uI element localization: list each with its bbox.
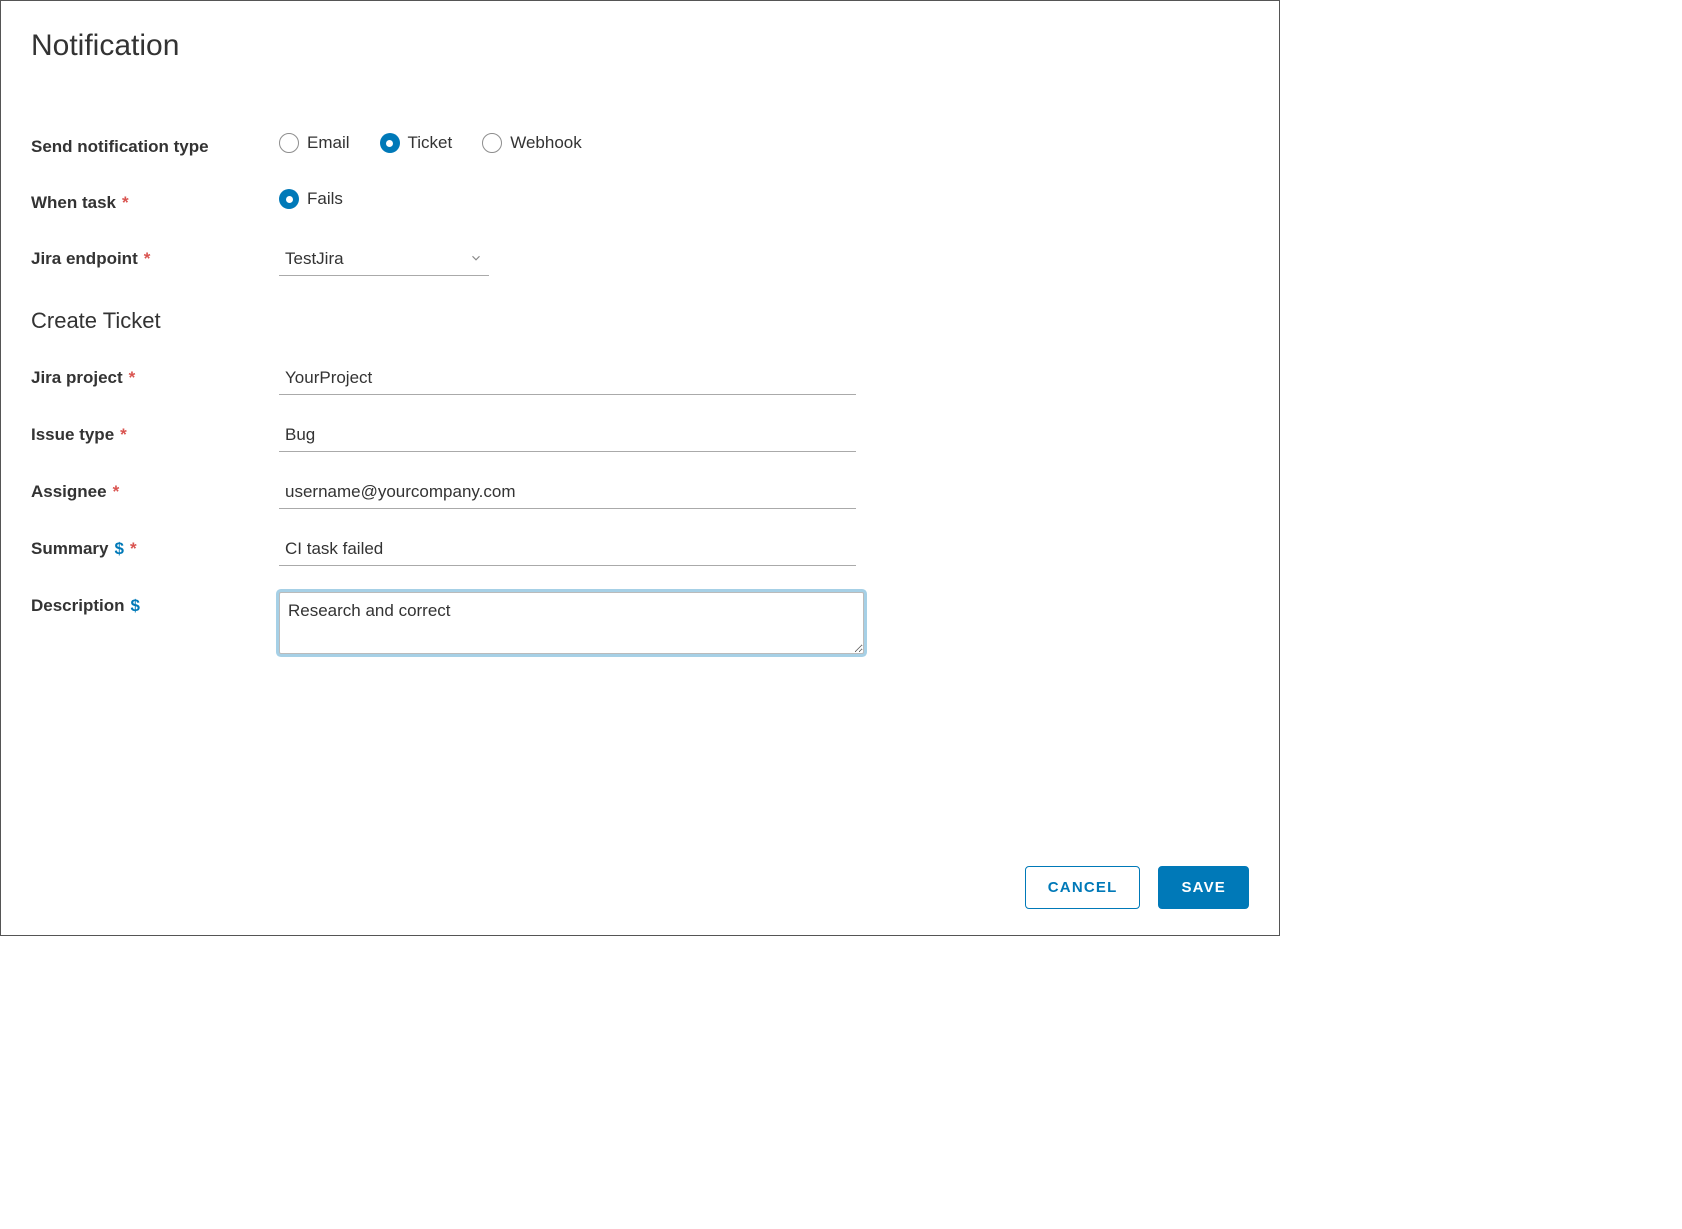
row-jira-project: Jira project *: [31, 364, 1249, 395]
row-summary: Summary $ *: [31, 535, 1249, 566]
description-textarea[interactable]: [279, 592, 864, 654]
notification-panel: Notification Send notification type Emai…: [0, 0, 1280, 936]
issue-type-input[interactable]: [279, 421, 856, 452]
label-assignee: Assignee *: [31, 478, 279, 502]
chevron-down-icon: [469, 250, 483, 270]
required-marker: *: [120, 193, 129, 213]
summary-input[interactable]: [279, 535, 856, 566]
radio-circle-selected-icon: [380, 133, 400, 153]
label-jira-endpoint: Jira endpoint *: [31, 245, 279, 269]
radio-circle-selected-icon: [279, 189, 299, 209]
section-create-ticket: Create Ticket: [31, 308, 1249, 334]
row-issue-type: Issue type *: [31, 421, 1249, 452]
required-marker: *: [111, 482, 120, 502]
radio-ticket-label: Ticket: [408, 133, 453, 153]
label-when-task: When task *: [31, 189, 279, 213]
radio-ticket[interactable]: Ticket: [380, 133, 453, 153]
when-task-radio-group: Fails: [279, 189, 1249, 209]
page-title: Notification: [31, 29, 1249, 63]
label-summary: Summary $ *: [31, 535, 279, 559]
label-description: Description $: [31, 592, 279, 616]
required-marker: *: [118, 425, 127, 445]
radio-fails[interactable]: Fails: [279, 189, 343, 209]
assignee-input[interactable]: [279, 478, 856, 509]
jira-endpoint-select[interactable]: TestJira: [279, 245, 489, 276]
cancel-button[interactable]: CANCEL: [1025, 866, 1141, 909]
radio-webhook-label: Webhook: [510, 133, 582, 153]
jira-project-input[interactable]: [279, 364, 856, 395]
radio-circle-icon: [482, 133, 502, 153]
variable-marker: $: [112, 539, 123, 559]
row-send-type: Send notification type Email Ticket Webh…: [31, 133, 1249, 157]
required-marker: *: [127, 368, 136, 388]
required-marker: *: [142, 249, 151, 269]
label-jira-project: Jira project *: [31, 364, 279, 388]
radio-circle-icon: [279, 133, 299, 153]
row-jira-endpoint: Jira endpoint * TestJira: [31, 245, 1249, 276]
jira-endpoint-value: TestJira: [285, 249, 344, 268]
label-issue-type: Issue type *: [31, 421, 279, 445]
row-assignee: Assignee *: [31, 478, 1249, 509]
radio-email[interactable]: Email: [279, 133, 350, 153]
send-type-radio-group: Email Ticket Webhook: [279, 133, 1249, 153]
radio-webhook[interactable]: Webhook: [482, 133, 582, 153]
required-marker: *: [128, 539, 137, 559]
label-send-type: Send notification type: [31, 133, 279, 157]
radio-email-label: Email: [307, 133, 350, 153]
variable-marker: $: [129, 596, 140, 616]
row-description: Description $: [31, 592, 1249, 659]
radio-fails-label: Fails: [307, 189, 343, 209]
row-when-task: When task * Fails: [31, 189, 1249, 213]
footer-actions: CANCEL SAVE: [1025, 866, 1249, 909]
save-button[interactable]: SAVE: [1158, 866, 1249, 909]
